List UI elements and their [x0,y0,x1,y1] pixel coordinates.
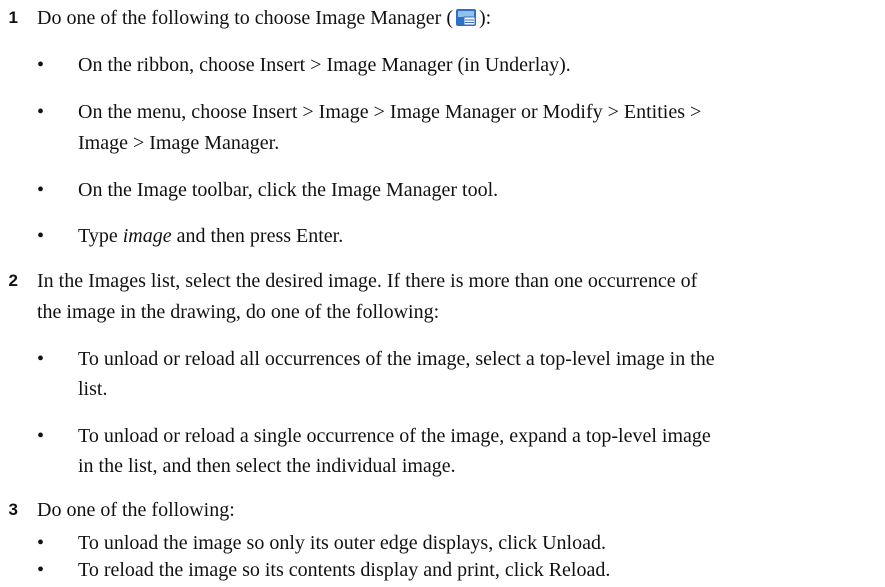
step-number: 3 [8,500,18,519]
image-manager-icon [455,6,477,28]
typed-command: image [122,225,172,247]
bullet-glyph: • [37,179,45,201]
step-1: 1 Do one of the following to choose Imag… [0,4,885,32]
step-3: 3 Do one of the following: [0,496,885,524]
bullet-glyph: • [37,425,45,447]
step-2: 2 In the Images list, select the desired… [0,267,885,326]
bullet-glyph: • [37,54,45,76]
step-number: 2 [8,271,18,290]
bullet-glyph: • [37,559,45,581]
bullet-glyph: • [37,101,45,123]
bullet-glyph: • [37,225,45,247]
step-number: 1 [8,8,18,27]
bullet-glyph: • [37,348,45,370]
step-text: Do one of the following to choose Image … [37,6,492,29]
